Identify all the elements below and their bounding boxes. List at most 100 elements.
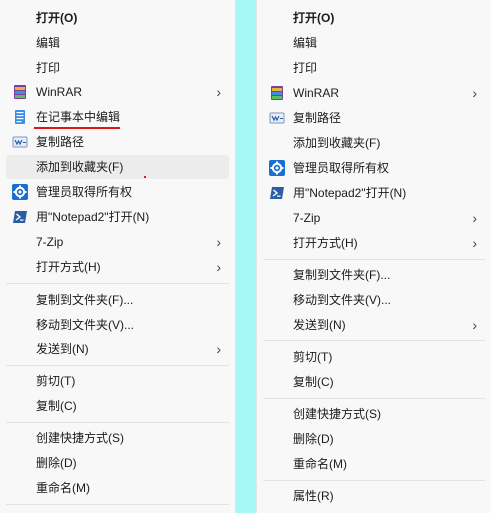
menu-item-edit-in-notepad[interactable]: 在记事本中编辑: [6, 105, 229, 129]
menu-item-label: 复制路径: [293, 111, 342, 125]
gear-icon: [12, 184, 28, 200]
menu-item-label: 创建快捷方式(S): [293, 407, 381, 421]
menu-item-winrar[interactable]: WinRAR ›: [6, 80, 229, 104]
menu-item-label: 管理员取得所有权: [293, 161, 390, 175]
menu-item-7zip[interactable]: 7-Zip ›: [263, 206, 485, 230]
menu-item-label: 重命名(M): [293, 457, 347, 471]
menu-item-label: 打开方式(H): [36, 260, 101, 274]
menu-item-label: 用"Notepad2"打开(N): [36, 210, 150, 224]
menu-item-copy[interactable]: 复制(C): [6, 394, 229, 418]
menu-item-print[interactable]: 打印: [263, 56, 485, 80]
menu-item-label: 7-Zip: [36, 235, 64, 249]
menu-item-label: WinRAR: [293, 86, 340, 100]
menu-item-label: 添加到收藏夹(F): [293, 136, 381, 150]
menu-item-open-with-notepad2[interactable]: 用"Notepad2"打开(N): [6, 205, 229, 229]
menu-item-send-to[interactable]: 发送到(N) ›: [263, 313, 485, 337]
menu-item-take-ownership[interactable]: 管理员取得所有权: [263, 156, 485, 180]
menu-item-label: 编辑: [36, 36, 61, 50]
submenu-arrow-icon: ›: [216, 341, 221, 357]
menu-item-open-with[interactable]: 打开方式(H) ›: [6, 255, 229, 279]
menu-item-take-ownership[interactable]: 管理员取得所有权: [6, 180, 229, 204]
menu-item-create-shortcut[interactable]: 创建快捷方式(S): [6, 426, 229, 450]
menu-divider: [263, 480, 485, 481]
menu-item-add-to-favorites[interactable]: 添加到收藏夹(F): [263, 131, 485, 155]
submenu-arrow-icon: ›: [472, 85, 477, 101]
menu-item-open[interactable]: 打开(O): [263, 6, 485, 30]
menu-item-label: 打印: [293, 61, 318, 75]
menu-divider: [263, 340, 485, 341]
menu-item-move-to-folder[interactable]: 移动到文件夹(V)...: [263, 288, 485, 312]
copy-path-icon: [12, 134, 28, 150]
context-menu-left: 打开(O) 编辑 打印 WinRAR › 在记事本中编辑 复制路径 添加到收藏夹…: [0, 0, 236, 513]
menu-item-label: WinRAR: [36, 85, 83, 99]
gear-icon: [269, 160, 285, 176]
menu-item-label: 复制(C): [293, 375, 334, 389]
menu-item-delete[interactable]: 删除(D): [6, 451, 229, 475]
annotation-underline: [34, 127, 120, 129]
menu-item-label: 复制到文件夹(F)...: [36, 293, 134, 307]
winrar-icon: [12, 84, 28, 100]
menu-item-label: 发送到(N): [293, 318, 346, 332]
submenu-arrow-icon: ›: [472, 210, 477, 226]
menu-item-edit[interactable]: 编辑: [263, 31, 485, 55]
menu-item-label: 属性(R): [293, 489, 334, 503]
menu-item-edit[interactable]: 编辑: [6, 31, 229, 55]
menu-item-rename[interactable]: 重命名(M): [6, 476, 229, 500]
submenu-arrow-icon: ›: [216, 84, 221, 100]
menu-item-copy-to-folder[interactable]: 复制到文件夹(F)...: [6, 288, 229, 312]
menu-item-label: 删除(D): [36, 456, 77, 470]
winrar-icon: [269, 85, 285, 101]
menu-item-label: 创建快捷方式(S): [36, 431, 124, 445]
submenu-arrow-icon: ›: [216, 259, 221, 275]
annotation-dot: [144, 176, 146, 178]
menu-item-copy-to-folder[interactable]: 复制到文件夹(F)...: [263, 263, 485, 287]
menu-item-properties[interactable]: 属性(R): [263, 484, 485, 508]
menu-item-add-to-favorites[interactable]: 添加到收藏夹(F): [6, 155, 229, 179]
notepad-icon: [12, 109, 28, 125]
submenu-arrow-icon: ›: [472, 317, 477, 333]
menu-item-label: 打开(O): [36, 11, 78, 25]
menu-item-label: 管理员取得所有权: [36, 185, 133, 199]
menu-item-label: 发送到(N): [36, 342, 89, 356]
menu-divider: [6, 283, 229, 284]
menu-item-open[interactable]: 打开(O): [6, 6, 229, 30]
menu-item-label: 复制(C): [36, 399, 77, 413]
submenu-arrow-icon: ›: [216, 234, 221, 250]
menu-item-label: 打印: [36, 61, 61, 75]
menu-item-open-with-notepad2[interactable]: 用"Notepad2"打开(N): [263, 181, 485, 205]
menu-item-print[interactable]: 打印: [6, 56, 229, 80]
menu-item-copy-path[interactable]: 复制路径: [6, 130, 229, 154]
menu-item-cut[interactable]: 剪切(T): [263, 345, 485, 369]
powershell-icon: [12, 209, 28, 225]
menu-item-open-with[interactable]: 打开方式(H) ›: [263, 231, 485, 255]
menu-item-label: 复制路径: [36, 135, 85, 149]
menu-item-rename[interactable]: 重命名(M): [263, 452, 485, 476]
menu-divider: [6, 422, 229, 423]
menu-item-create-shortcut[interactable]: 创建快捷方式(S): [263, 402, 485, 426]
menu-item-send-to[interactable]: 发送到(N) ›: [6, 337, 229, 361]
menu-item-winrar[interactable]: WinRAR ›: [263, 81, 485, 105]
menu-item-label: 剪切(T): [293, 350, 333, 364]
menu-item-label: 在记事本中编辑: [36, 110, 121, 124]
menu-item-label: 打开(O): [293, 11, 335, 25]
menu-item-label: 复制到文件夹(F)...: [293, 268, 391, 282]
menu-item-7zip[interactable]: 7-Zip ›: [6, 230, 229, 254]
menu-item-label: 7-Zip: [293, 211, 321, 225]
menu-item-move-to-folder[interactable]: 移动到文件夹(V)...: [6, 313, 229, 337]
menu-item-label: 删除(D): [293, 432, 334, 446]
menu-item-label: 编辑: [293, 36, 318, 50]
menu-item-label: 移动到文件夹(V)...: [293, 293, 391, 307]
context-menu-right: 打开(O) 编辑 打印 WinRAR › 复制路径 添加到收藏夹(F) 管理员取…: [256, 0, 491, 513]
submenu-arrow-icon: ›: [472, 235, 477, 251]
menu-item-label: 重命名(M): [36, 481, 90, 495]
menu-item-label: 打开方式(H): [293, 236, 358, 250]
menu-item-delete[interactable]: 删除(D): [263, 427, 485, 451]
menu-item-cut[interactable]: 剪切(T): [6, 369, 229, 393]
menu-item-label: 用"Notepad2"打开(N): [293, 186, 407, 200]
menu-item-copy-path[interactable]: 复制路径: [263, 106, 485, 130]
menu-item-label: 剪切(T): [36, 374, 76, 388]
menu-divider: [263, 259, 485, 260]
menu-item-copy[interactable]: 复制(C): [263, 370, 485, 394]
copy-path-icon: [269, 110, 285, 126]
menu-item-label: 添加到收藏夹(F): [36, 160, 124, 174]
